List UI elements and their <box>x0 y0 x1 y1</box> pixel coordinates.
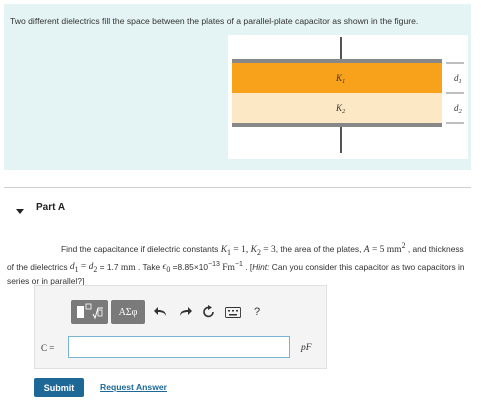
answer-unit: pF <box>301 343 312 353</box>
bottom-lead <box>340 127 342 153</box>
answer-input[interactable] <box>68 336 290 358</box>
bottom-plate <box>232 123 442 127</box>
collapse-triangle-icon[interactable] <box>15 203 25 214</box>
problem-statement-panel: Two different dielectrics fill the space… <box>4 4 471 170</box>
answer-variable-label: C = <box>41 343 55 353</box>
label-d1: d1 <box>454 73 462 85</box>
answer-panel: ΑΣφ ? C = pF <box>34 285 327 369</box>
capacitor-figure: K1 K2 d1 d2 <box>228 35 468 159</box>
top-plate <box>232 59 442 63</box>
top-lead <box>340 37 342 59</box>
question-text: Find the capacitance if dielectric const… <box>7 241 465 286</box>
request-answer-link[interactable]: Request Answer <box>100 382 167 392</box>
problem-intro: Two different dielectrics fill the space… <box>10 16 419 26</box>
help-icon[interactable]: ? <box>246 302 268 322</box>
label-d2: d2 <box>454 103 463 115</box>
part-divider <box>4 187 471 188</box>
submit-button[interactable]: Submit <box>34 378 84 397</box>
keyboard-icon[interactable] <box>222 302 244 322</box>
redo-icon[interactable] <box>174 302 196 322</box>
math-toolbar: ΑΣφ ? <box>71 297 268 327</box>
symbols-button[interactable]: ΑΣφ <box>111 300 145 324</box>
part-a-title[interactable]: Part A <box>36 202 65 213</box>
capacitor-diagram: K1 K2 d1 d2 <box>232 37 464 153</box>
undo-icon[interactable] <box>150 302 172 322</box>
templates-button[interactable] <box>71 300 108 324</box>
reset-icon[interactable] <box>198 302 220 322</box>
templates-icon <box>76 303 103 320</box>
